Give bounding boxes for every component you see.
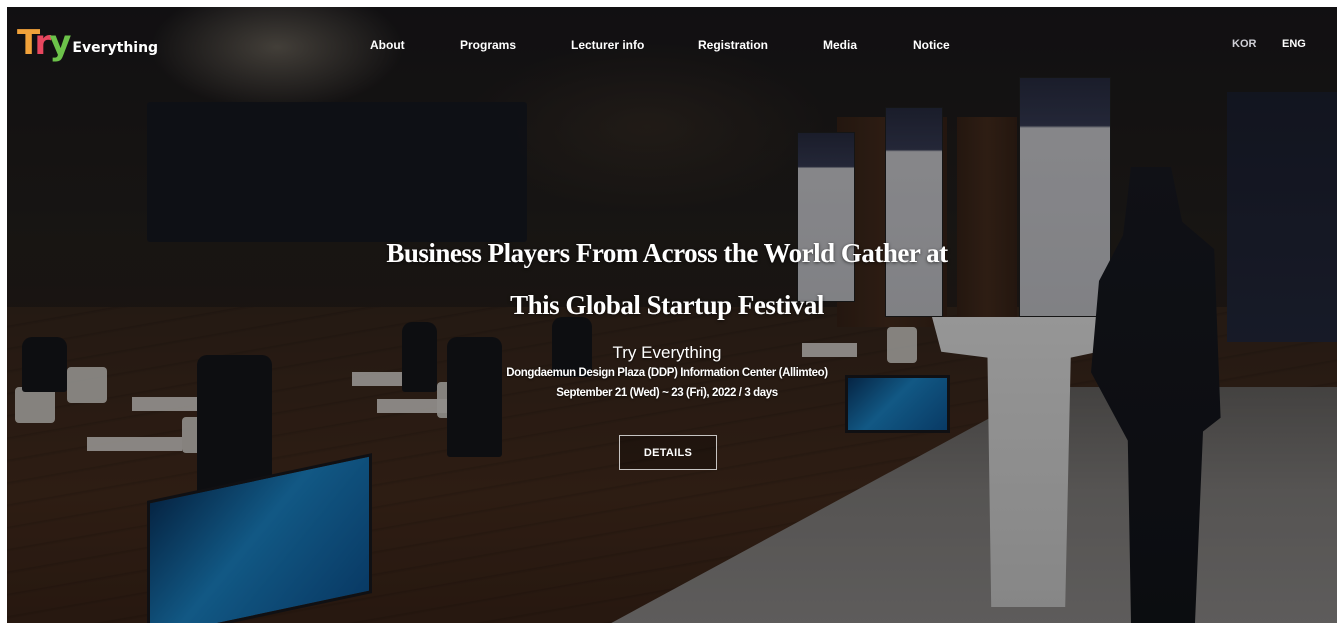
main-nav: About Programs Lecturer info Registratio…: [7, 38, 1337, 54]
nav-programs[interactable]: Programs: [460, 38, 516, 52]
nav-lecturer-info[interactable]: Lecturer info: [571, 38, 644, 52]
nav-about[interactable]: About: [370, 38, 405, 52]
nav-notice[interactable]: Notice: [913, 38, 950, 52]
lang-kor[interactable]: KOR: [1232, 38, 1256, 50]
event-dates: September 21 (Wed) ~ 23 (Fri), 2022 / 3 …: [556, 387, 778, 399]
details-button[interactable]: DETAILS: [619, 435, 717, 470]
nav-media[interactable]: Media: [823, 38, 857, 52]
lang-eng[interactable]: ENG: [1282, 38, 1306, 50]
hero-headline: Business Players From Across the World G…: [307, 227, 1027, 331]
headline-line-1: Business Players From Across the World G…: [386, 238, 948, 268]
nav-registration[interactable]: Registration: [698, 38, 768, 52]
headline-line-2: This Global Startup Festival: [510, 290, 824, 320]
hero-banner: Try Everything About Programs Lecturer i…: [7, 7, 1337, 623]
event-venue: Dongdaemun Design Plaza (DDP) Informatio…: [506, 367, 828, 379]
event-name: Try Everything: [612, 343, 722, 362]
